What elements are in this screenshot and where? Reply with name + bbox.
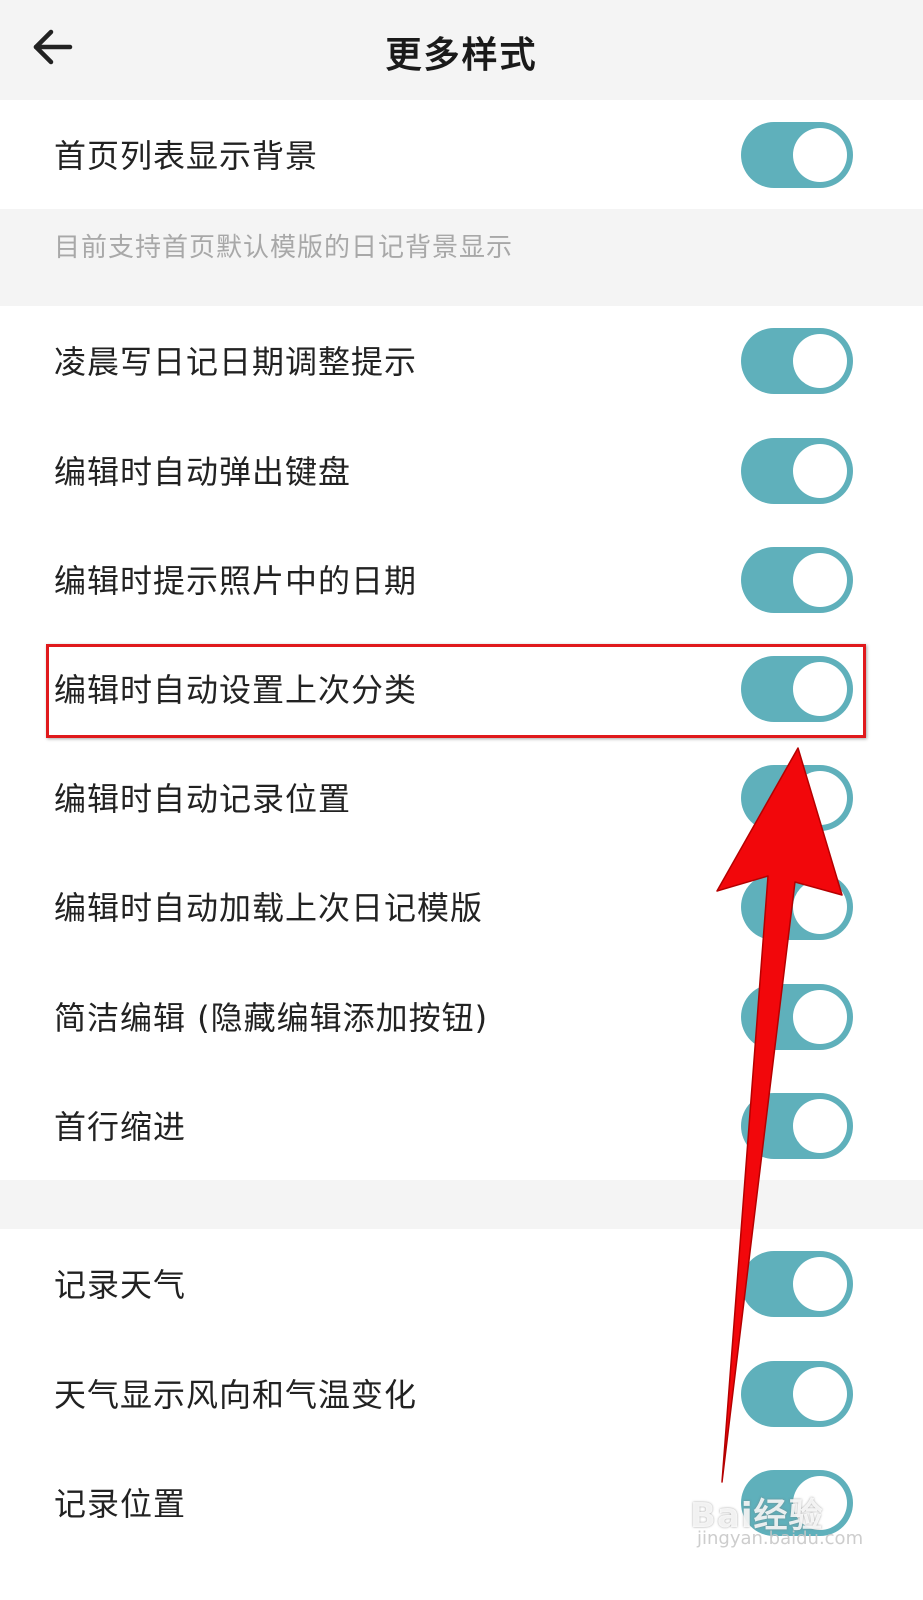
setting-row-auto-keyboard[interactable]: 编辑时自动弹出键盘 <box>0 416 923 525</box>
toggle-knob <box>793 552 847 607</box>
setting-label: 编辑时自动弹出键盘 <box>54 452 352 491</box>
last-template-toggle[interactable] <box>741 874 853 940</box>
setting-row-late-night-date[interactable]: 凌晨写日记日期调整提示 <box>0 306 923 416</box>
toggle-knob <box>793 770 847 825</box>
setting-row-photo-date[interactable]: 编辑时提示照片中的日期 <box>0 525 923 634</box>
setting-label: 首行缩进 <box>54 1107 187 1146</box>
setting-row-first-line-indent[interactable]: 首行缩进 <box>0 1071 923 1180</box>
setting-label: 凌晨写日记日期调整提示 <box>54 343 418 382</box>
toggle-knob <box>793 661 847 716</box>
setting-label: 首页列表显示背景 <box>54 136 319 175</box>
watermark-url: jingyan.baidu.com <box>697 1528 864 1549</box>
setting-row-simple-edit[interactable]: 简洁编辑 (隐藏编辑添加按钮) <box>0 962 923 1071</box>
setting-label: 简洁编辑 (隐藏编辑添加按钮) <box>54 998 489 1037</box>
settings-group-editing: 凌晨写日记日期调整提示 编辑时自动弹出键盘 编辑时提示照片中的日期 编辑时自动设… <box>0 306 923 1180</box>
setting-label: 记录位置 <box>54 1484 187 1523</box>
homepage-background-toggle[interactable] <box>741 121 853 188</box>
page-title: 更多样式 <box>385 35 538 76</box>
homepage-background-note: 目前支持首页默认模版的日记背景显示 <box>54 233 514 263</box>
first-line-indent-toggle[interactable] <box>741 1092 853 1159</box>
toggle-knob <box>793 443 847 498</box>
simple-edit-toggle[interactable] <box>741 983 853 1050</box>
setting-label: 编辑时自动加载上次日记模版 <box>54 889 484 928</box>
app-header: 更多样式 <box>0 0 923 100</box>
setting-row-record-weather[interactable]: 记录天气 <box>0 1229 923 1339</box>
toggle-knob <box>793 127 847 182</box>
record-weather-toggle[interactable] <box>741 1251 853 1317</box>
late-night-date-toggle[interactable] <box>741 328 853 394</box>
toggle-knob <box>793 989 847 1044</box>
auto-keyboard-toggle[interactable] <box>741 437 853 504</box>
toggle-knob <box>793 880 847 934</box>
photo-date-toggle[interactable] <box>741 546 853 613</box>
setting-row-last-template[interactable]: 编辑时自动加载上次日记模版 <box>0 852 923 962</box>
setting-row-auto-location[interactable]: 编辑时自动记录位置 <box>0 743 923 852</box>
setting-row-wind-temperature[interactable]: 天气显示风向和气温变化 <box>0 1339 923 1448</box>
toggle-knob <box>793 1098 847 1153</box>
setting-label: 记录天气 <box>54 1266 187 1305</box>
toggle-knob <box>793 1257 847 1311</box>
setting-label: 编辑时提示照片中的日期 <box>54 561 418 600</box>
setting-label: 天气显示风向和气温变化 <box>54 1375 418 1414</box>
wind-temperature-toggle[interactable] <box>741 1360 853 1427</box>
toggle-knob <box>793 1366 847 1421</box>
setting-label: 编辑时自动设置上次分类 <box>54 670 418 709</box>
setting-row-last-category[interactable]: 编辑时自动设置上次分类 <box>0 634 923 743</box>
setting-label: 编辑时自动记录位置 <box>54 779 352 818</box>
last-category-toggle[interactable] <box>741 655 853 722</box>
toggle-knob <box>793 334 847 388</box>
setting-row-homepage-background[interactable]: 首页列表显示背景 <box>0 100 923 209</box>
auto-location-toggle[interactable] <box>741 764 853 831</box>
